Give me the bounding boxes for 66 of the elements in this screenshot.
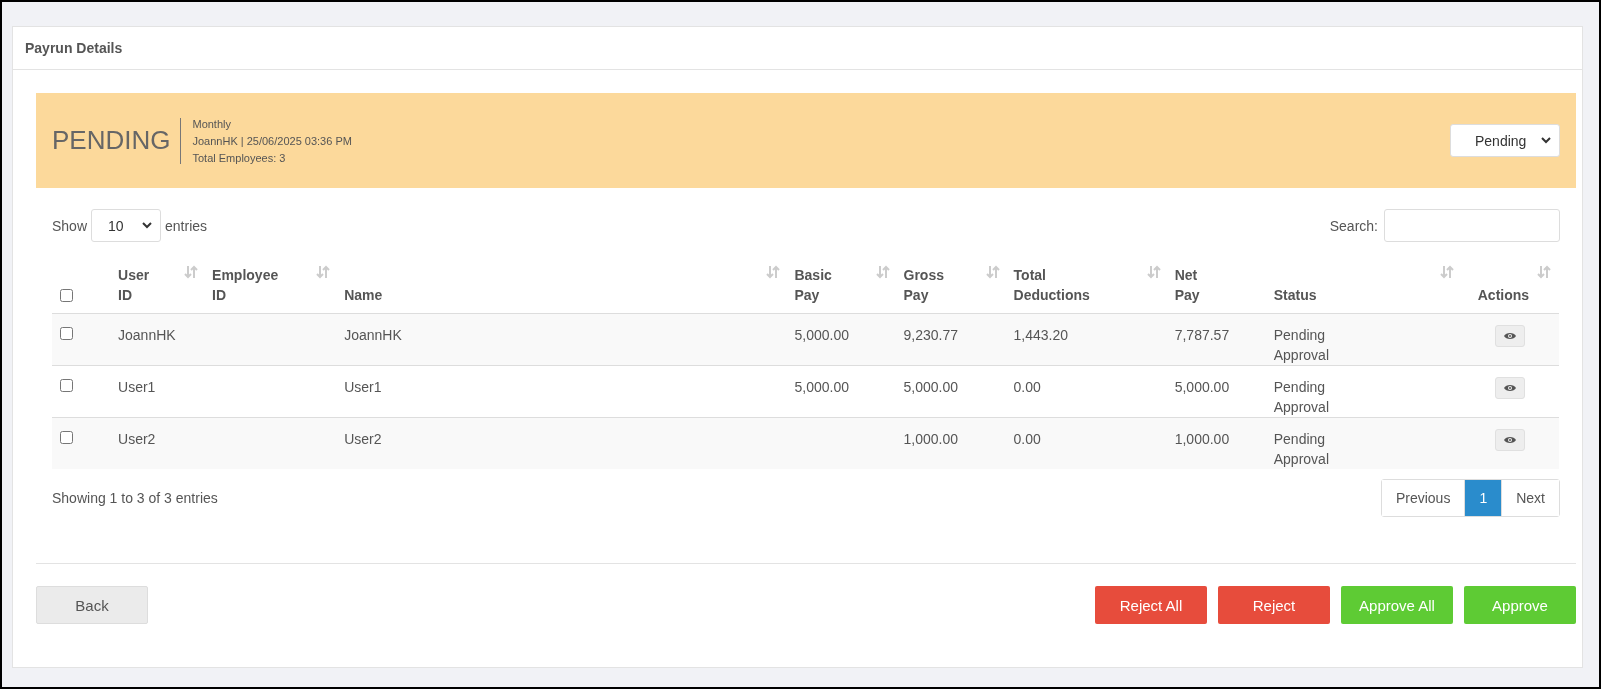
pay-frequency: Monthly — [192, 117, 232, 130]
eye-icon — [1504, 384, 1517, 392]
card-title: Payrun Details — [25, 40, 123, 56]
column-header[interactable]: Actions — [1477, 285, 1530, 305]
column-header[interactable]: Basic Pay — [794, 265, 832, 305]
sort-icon[interactable] — [1439, 265, 1454, 279]
column-header[interactable]: Total Deductions — [1013, 265, 1090, 305]
payrun-status: PENDING — [52, 125, 172, 156]
eye-icon — [1504, 332, 1517, 340]
show-label: Show — [52, 217, 88, 234]
table-cell: 0.00 — [1013, 379, 1041, 395]
select-all-checkbox[interactable] — [60, 289, 73, 302]
table-cell: 5,000.00 — [794, 327, 849, 343]
table-cell: 1,443.20 — [1013, 327, 1069, 343]
table-cell: JoannHK — [118, 327, 176, 343]
chevron-icon — [1541, 137, 1551, 144]
table-cell: 0.00 — [1013, 431, 1041, 447]
column-header[interactable]: Name — [344, 285, 383, 305]
page-size-select[interactable]: 10 — [91, 209, 162, 242]
table-cell-text: Pending Approval — [1273, 378, 1330, 417]
row-checkbox[interactable] — [60, 431, 73, 444]
sort-icon[interactable] — [985, 265, 1000, 279]
table-cell: 1,000.00 — [1174, 431, 1230, 447]
sort-icon[interactable] — [316, 265, 331, 279]
column-header[interactable]: Employee ID — [212, 265, 279, 305]
table-cell: 7,787.57 — [1174, 327, 1230, 343]
created-info: JoannHK | 25/06/2025 03:36 PM — [192, 134, 352, 147]
pagination-button[interactable]: 1 — [1464, 480, 1502, 516]
table-cell: 9,230.77 — [903, 327, 958, 343]
table-cell: 5,000.00 — [903, 379, 958, 395]
reject-button[interactable]: Reject All — [1095, 586, 1207, 624]
entries-info: Showing 1 to 3 of 3 entries — [52, 490, 218, 506]
view-button[interactable] — [1495, 325, 1526, 347]
chevron-icon — [142, 222, 153, 229]
table-cell: User2 — [344, 431, 382, 447]
sort-icon[interactable] — [1537, 265, 1551, 279]
row-checkbox[interactable] — [60, 327, 73, 340]
table-cell-text: Pending Approval — [1273, 326, 1330, 365]
sort-icon[interactable] — [875, 265, 890, 279]
table-cell: User2 — [118, 431, 156, 447]
table-cell: 5,000.00 — [1174, 379, 1230, 395]
search-field[interactable] — [1384, 209, 1560, 242]
table-cell: 1,000.00 — [903, 431, 958, 447]
column-header[interactable]: Gross Pay — [903, 265, 944, 305]
view-button[interactable] — [1495, 377, 1526, 399]
entries-label: entries — [165, 217, 208, 234]
sort-icon[interactable] — [766, 265, 781, 279]
employee-count: Total Employees: 3 — [192, 151, 287, 164]
table-cell: JoannHK — [344, 327, 402, 343]
eye-icon — [1504, 436, 1517, 444]
table-cell: 5,000.00 — [794, 379, 849, 395]
column-header[interactable]: Net Pay — [1174, 265, 1200, 305]
search-label: Search: — [1329, 217, 1378, 234]
sort-icon[interactable] — [1146, 265, 1161, 279]
reject-button[interactable]: Reject — [1218, 586, 1330, 624]
row-checkbox[interactable] — [60, 379, 73, 392]
back-button[interactable]: Back — [36, 586, 148, 624]
view-button[interactable] — [1495, 429, 1526, 451]
pagination-button[interactable]: Next — [1501, 480, 1559, 516]
table-cell: User1 — [344, 379, 382, 395]
table-cell-text: Pending Approval — [1273, 430, 1330, 469]
column-header[interactable]: Status — [1273, 285, 1317, 305]
sort-icon[interactable] — [184, 265, 199, 279]
status-select[interactable]: Pending — [1450, 124, 1560, 157]
table-cell: User1 — [118, 379, 156, 395]
column-header[interactable]: User ID — [118, 265, 150, 305]
